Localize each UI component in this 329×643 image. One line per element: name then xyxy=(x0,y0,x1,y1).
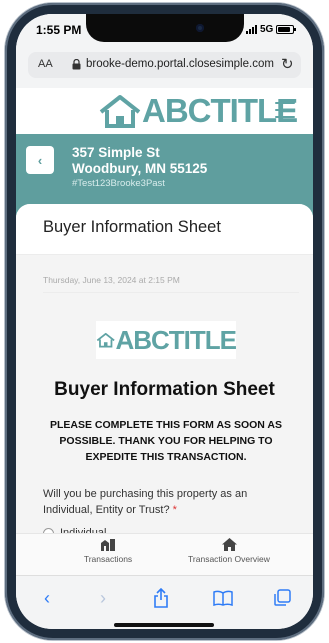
form-notice: PLEASE COMPLETE THIS FORM AS SOON AS POS… xyxy=(50,419,282,463)
property-street: 357 Simple St xyxy=(72,145,160,160)
home-icon xyxy=(221,538,237,551)
brand-logo[interactable]: ABCTITLE xyxy=(98,92,298,129)
divider xyxy=(43,292,299,293)
card-date: Thursday, June 13, 2024 at 2:15 PM xyxy=(43,275,180,285)
tab-transactions-label: Transactions xyxy=(83,554,133,564)
question-text: Will you be purchasing this property as … xyxy=(43,488,248,516)
tabs-icon[interactable] xyxy=(274,589,291,606)
purchase-type-question: Will you be purchasing this property as … xyxy=(43,486,293,518)
form-logo: ABCTITLE xyxy=(96,321,237,359)
status-time: 1:55 PM xyxy=(36,23,82,37)
tab-transaction-overview-label: Transaction Overview xyxy=(188,554,270,564)
site-header: ABCTITLE xyxy=(16,88,313,134)
lock-icon xyxy=(72,59,81,70)
reload-icon[interactable]: ↻ xyxy=(281,55,294,73)
phone-device: 1:55 PM 5G AA brooke-demo.portal.closesi… xyxy=(0,0,329,643)
share-icon[interactable] xyxy=(153,588,169,608)
browser-bottom-bar: ‹ › xyxy=(16,575,313,629)
required-mark: * xyxy=(172,504,177,516)
card-title: Buyer Information Sheet xyxy=(43,218,221,236)
screen: 1:55 PM 5G AA brooke-demo.portal.closesi… xyxy=(16,14,313,629)
card-header: Buyer Information Sheet xyxy=(16,204,313,255)
file-id: #Test123Brooke3Past xyxy=(72,178,165,189)
form-title: Buyer Information Sheet xyxy=(54,379,275,400)
battery-icon xyxy=(276,25,297,34)
bottom-tab-bar: Transactions Transaction Overview xyxy=(16,533,313,576)
logo-text: ABCTITLE xyxy=(142,92,298,129)
property-city-state: Woodbury, MN 55125 xyxy=(72,161,208,176)
bookmarks-icon[interactable] xyxy=(213,590,233,606)
hamburger-menu-icon[interactable] xyxy=(275,102,295,118)
address-bar[interactable]: AA brooke-demo.portal.closesimple.com ↻ xyxy=(28,52,301,78)
camera-icon xyxy=(196,24,204,32)
signal-icon xyxy=(246,25,257,34)
tab-transactions[interactable]: Transactions xyxy=(68,538,148,564)
tab-transaction-overview[interactable]: Transaction Overview xyxy=(174,538,284,564)
form-logo-text: ABCTITLE xyxy=(115,325,237,355)
status-indicators: 5G xyxy=(246,24,297,35)
url-text[interactable]: brooke-demo.portal.closesimple.com xyxy=(86,58,274,70)
house-logo-icon xyxy=(99,95,141,128)
house-logo-icon xyxy=(96,332,115,348)
forward-arrow-icon[interactable]: › xyxy=(100,588,106,609)
notch xyxy=(86,14,244,42)
home-indicator xyxy=(114,623,214,627)
text-size-button[interactable]: AA xyxy=(38,58,53,70)
back-button[interactable]: ‹ xyxy=(26,146,54,174)
network-label: 5G xyxy=(260,24,274,35)
chevron-left-icon: ‹ xyxy=(37,152,43,168)
buildings-icon xyxy=(101,539,115,551)
back-arrow-icon[interactable]: ‹ xyxy=(44,588,50,609)
form-card: Buyer Information Sheet Thursday, June 1… xyxy=(16,204,313,540)
